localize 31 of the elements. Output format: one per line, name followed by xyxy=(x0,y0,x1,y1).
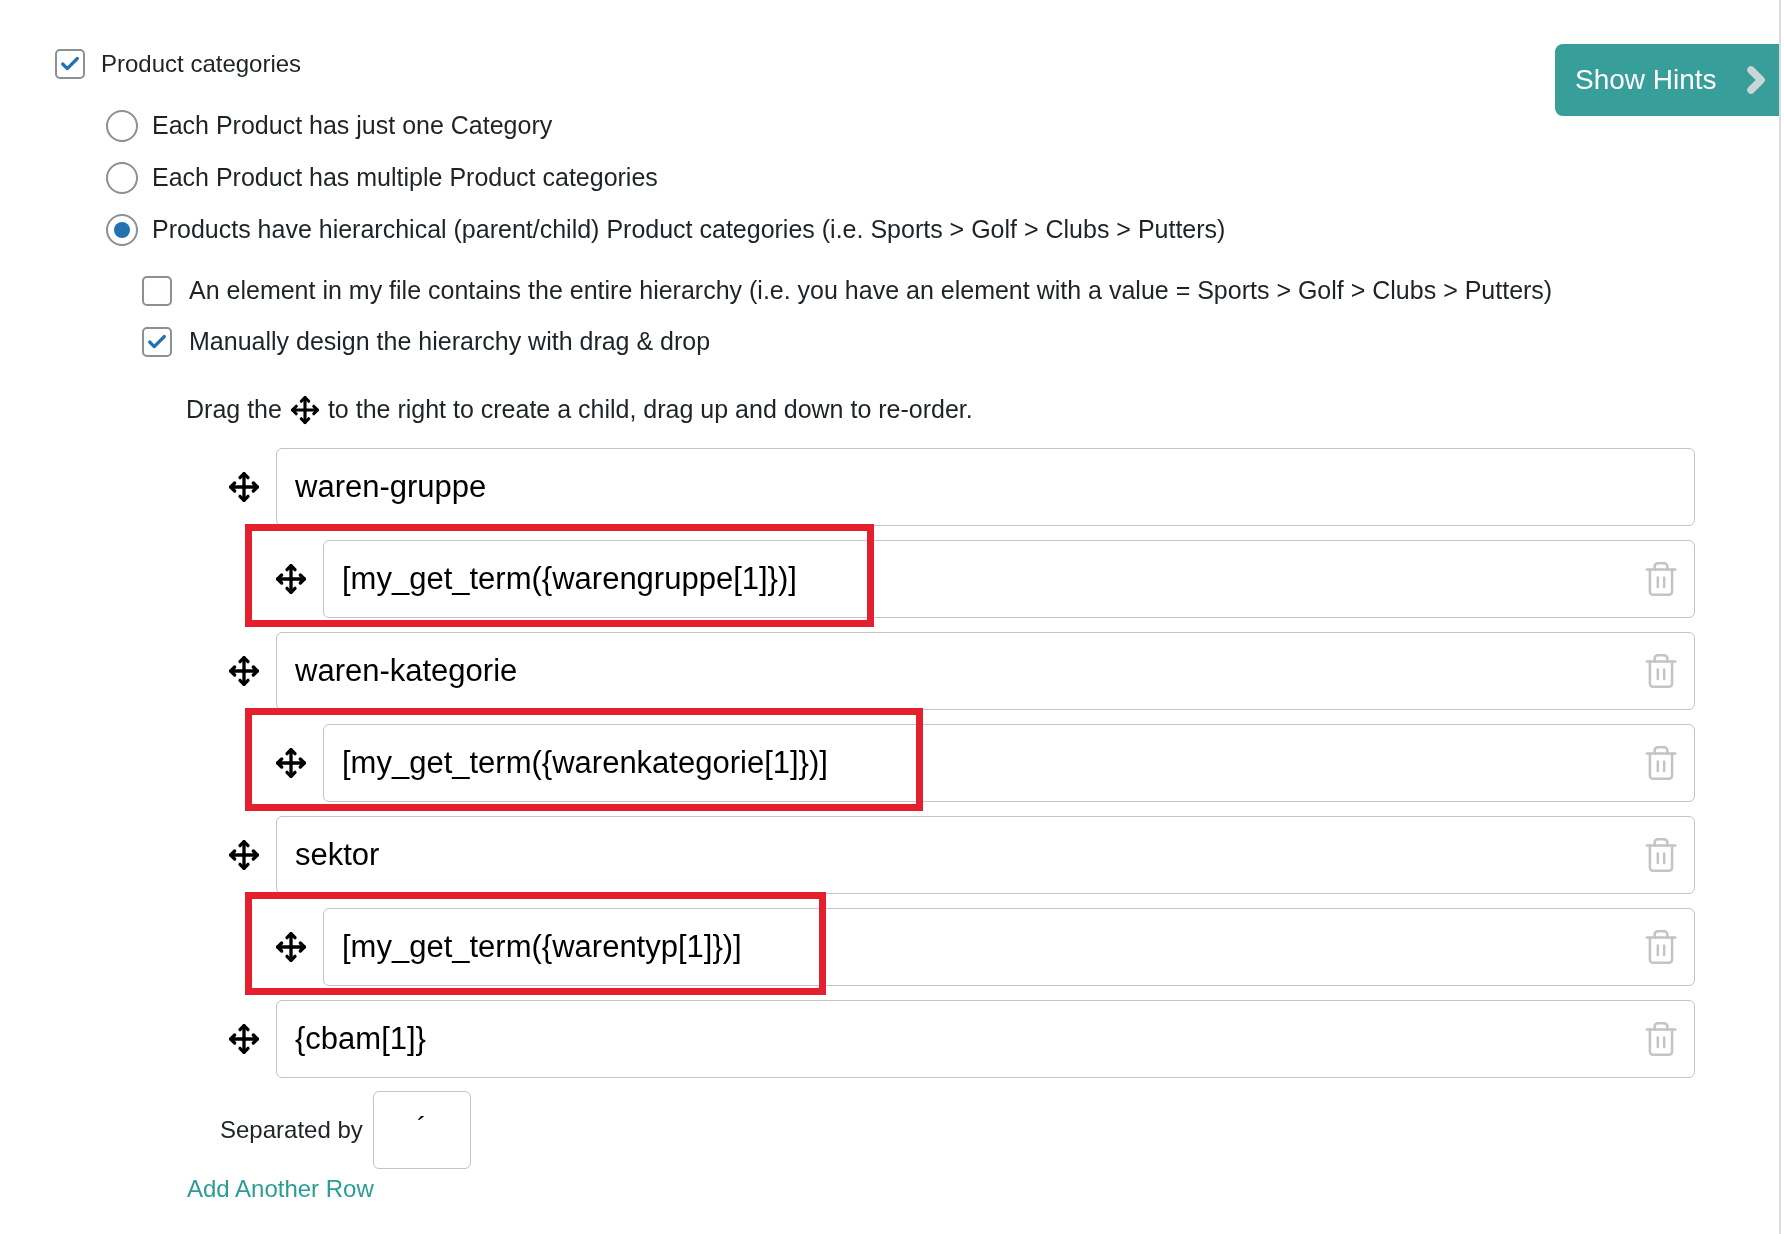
radio-button[interactable] xyxy=(106,110,138,142)
drag-handle-icon[interactable] xyxy=(228,655,260,687)
checkbox[interactable] xyxy=(142,276,172,306)
input-field[interactable]: [my_get_term({warenkategorie[1]})] xyxy=(323,724,1695,802)
checkbox-label: Product categories xyxy=(101,49,302,79)
separator-label: Separated by xyxy=(220,1115,363,1145)
drag-handle-icon[interactable] xyxy=(275,747,307,779)
hint-text: Drag the xyxy=(186,394,282,426)
checkbox-label: An element in my file contains the entire hierarchy (i.e. you have an element with a value = Sports > Golf > Clubs > Putters) xyxy=(189,275,1553,307)
checkbox[interactable] xyxy=(55,49,85,79)
drag-handle-icon[interactable] xyxy=(275,931,307,963)
radio-label: Products have hierarchical (parent/child) Product categories (i.e. Sports > Golf > Clubs > Putters) xyxy=(152,214,1226,246)
radio-label: Each Product has multiple Product categories xyxy=(152,162,658,194)
input-field[interactable]: {cbam[1]} xyxy=(276,1000,1695,1078)
drag-handle-icon[interactable] xyxy=(228,839,260,871)
drag-handle-icon[interactable] xyxy=(228,471,260,503)
drag-handle-icon[interactable] xyxy=(228,1023,260,1055)
input-field[interactable]: sektor xyxy=(276,816,1695,894)
checkbox[interactable] xyxy=(142,327,172,357)
drag-handle-icon[interactable] xyxy=(275,563,307,595)
move-icon xyxy=(289,395,320,425)
radio-button[interactable] xyxy=(106,214,138,246)
input-field[interactable]: waren-gruppe xyxy=(276,448,1695,526)
hint-text: to the right to create a child, drag up and down to re-order. xyxy=(327,394,973,426)
input-field[interactable]: waren-kategorie xyxy=(276,632,1695,710)
radio-button[interactable] xyxy=(106,162,138,194)
radio-label: Each Product has just one Category xyxy=(152,110,553,142)
separator-field[interactable]: ´ xyxy=(372,1091,471,1169)
input-field[interactable]: [my_get_term({warengruppe[1]})] xyxy=(323,540,1695,618)
input-field[interactable]: [my_get_term({warentyp[1]})] xyxy=(323,908,1695,986)
checkbox-label: Manually design the hierarchy with drag & drop xyxy=(189,326,711,358)
